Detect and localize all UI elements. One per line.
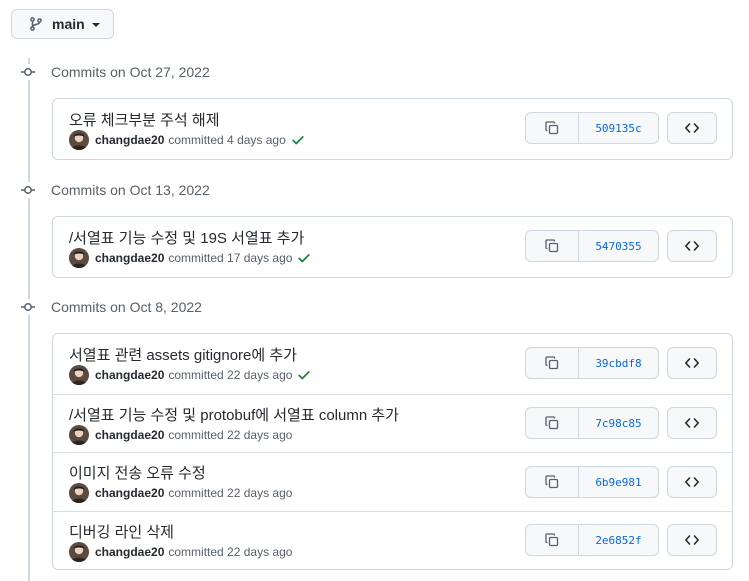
copy-icon — [544, 238, 560, 254]
commit-sha-button-group: 5470355 — [525, 230, 659, 262]
commit-row: /서열표 기능 수정 및 protobuf에 서열표 column 추가 chan… — [53, 394, 732, 452]
commit-message-link[interactable]: 서열표 관련 assets gitignore에 추가 — [69, 344, 297, 365]
timeline-line — [28, 58, 30, 581]
avatar[interactable] — [69, 365, 89, 385]
commit-author-link[interactable]: changdae20 — [95, 428, 164, 442]
git-commit-icon — [20, 299, 36, 315]
commit-time-text: committed 22 days ago — [168, 545, 293, 559]
browse-repository-button[interactable] — [667, 347, 717, 379]
commit-author-link[interactable]: changdae20 — [95, 545, 164, 559]
copy-icon — [544, 415, 560, 431]
avatar[interactable] — [69, 248, 89, 268]
commit-time-text: committed 22 days ago — [168, 486, 293, 500]
browse-repository-button[interactable] — [667, 524, 717, 556]
git-commit-icon — [20, 64, 36, 80]
browse-repository-button[interactable] — [667, 407, 717, 439]
copy-sha-button[interactable] — [525, 524, 579, 556]
commit-sha-button-group: 39cbdf8 — [525, 347, 659, 379]
commit-message-link[interactable]: /서열표 기능 수정 및 19S 서열표 추가 — [69, 227, 304, 248]
copy-sha-button[interactable] — [525, 112, 579, 144]
branch-name: main — [52, 16, 85, 32]
commit-group-header: Commits on Oct 8, 2022 — [20, 297, 202, 317]
git-branch-icon — [30, 17, 42, 31]
commit-meta: changdae20 committed 17 days ago — [69, 248, 311, 268]
commit-group: 오류 체크부분 주석 해제 changdae20 committed 4 days … — [52, 98, 733, 160]
check-icon[interactable] — [291, 133, 305, 147]
avatar[interactable] — [69, 130, 89, 150]
avatar[interactable] — [69, 425, 89, 445]
commit-group-title: Commits on Oct 8, 2022 — [51, 299, 202, 315]
commit-sha-button-group: 509135c — [525, 112, 659, 144]
copy-icon — [544, 474, 560, 490]
commit-sha-link[interactable]: 2e6852f — [579, 524, 659, 556]
commit-author-link[interactable]: changdae20 — [95, 133, 164, 147]
commit-author-link[interactable]: changdae20 — [95, 251, 164, 265]
commit-sha-button-group: 6b9e981 — [525, 466, 659, 498]
commit-author-link[interactable]: changdae20 — [95, 368, 164, 382]
commit-sha-link[interactable]: 39cbdf8 — [579, 347, 659, 379]
commit-sha-link[interactable]: 5470355 — [579, 230, 659, 262]
commit-message-link[interactable]: 이미지 전송 오류 수정 — [69, 462, 206, 483]
commit-message-link[interactable]: 디버깅 라인 삭제 — [69, 521, 174, 542]
commit-group-header: Commits on Oct 27, 2022 — [20, 62, 210, 82]
avatar[interactable] — [69, 542, 89, 562]
commit-time-text: committed 22 days ago — [168, 368, 293, 382]
commit-meta: changdae20 committed 4 days ago — [69, 130, 305, 150]
commit-group: /서열표 기능 수정 및 19S 서열표 추가 changdae20 committ… — [52, 216, 733, 278]
copy-sha-button[interactable] — [525, 407, 579, 439]
commit-sha-button-group: 2e6852f — [525, 524, 659, 556]
commit-group-header: Commits on Oct 13, 2022 — [20, 180, 210, 200]
git-commit-icon — [20, 182, 36, 198]
commit-group-title: Commits on Oct 27, 2022 — [51, 64, 210, 80]
commit-time-text: committed 17 days ago — [168, 251, 293, 265]
commit-row: 서열표 관련 assets gitignore에 추가 changdae20 com… — [53, 334, 732, 394]
commit-meta: changdae20 committed 22 days ago — [69, 365, 311, 385]
commit-group-title: Commits on Oct 13, 2022 — [51, 182, 210, 198]
check-icon[interactable] — [297, 368, 311, 382]
chevron-down-icon — [91, 23, 100, 27]
copy-icon — [544, 355, 560, 371]
avatar[interactable] — [69, 483, 89, 503]
commit-sha-link[interactable]: 7c98c85 — [579, 407, 659, 439]
copy-icon — [544, 120, 560, 136]
commit-row: /서열표 기능 수정 및 19S 서열표 추가 changdae20 committ… — [53, 217, 732, 277]
code-icon — [684, 532, 700, 548]
commit-meta: changdae20 committed 22 days ago — [69, 542, 292, 562]
commit-row: 이미지 전송 오류 수정 changdae20 committed 22 days … — [53, 452, 732, 511]
browse-repository-button[interactable] — [667, 466, 717, 498]
commit-meta: changdae20 committed 22 days ago — [69, 483, 292, 503]
copy-sha-button[interactable] — [525, 466, 579, 498]
browse-repository-button[interactable] — [667, 230, 717, 262]
browse-repository-button[interactable] — [667, 112, 717, 144]
commit-message-link[interactable]: 오류 체크부분 주석 해제 — [69, 109, 220, 130]
commit-group: 서열표 관련 assets gitignore에 추가 changdae20 com… — [52, 333, 733, 570]
commit-author-link[interactable]: changdae20 — [95, 486, 164, 500]
code-icon — [684, 355, 700, 371]
commit-time-text: committed 4 days ago — [168, 133, 286, 147]
commit-sha-button-group: 7c98c85 — [525, 407, 659, 439]
copy-icon — [544, 532, 560, 548]
code-icon — [684, 415, 700, 431]
commit-sha-link[interactable]: 6b9e981 — [579, 466, 659, 498]
code-icon — [684, 474, 700, 490]
code-icon — [684, 238, 700, 254]
commit-time-text: committed 22 days ago — [168, 428, 293, 442]
commit-row: 디버깅 라인 삭제 changdae20 committed 22 days ago… — [53, 511, 732, 569]
branch-select-button[interactable]: main — [11, 9, 114, 39]
check-icon[interactable] — [297, 251, 311, 265]
commit-meta: changdae20 committed 22 days ago — [69, 425, 292, 445]
commit-sha-link[interactable]: 509135c — [579, 112, 659, 144]
copy-sha-button[interactable] — [525, 347, 579, 379]
copy-sha-button[interactable] — [525, 230, 579, 262]
commit-message-link[interactable]: /서열표 기능 수정 및 protobuf에 서열표 column 추가 — [69, 404, 399, 425]
commit-row: 오류 체크부분 주석 해제 changdae20 committed 4 days … — [53, 99, 732, 159]
code-icon — [684, 120, 700, 136]
